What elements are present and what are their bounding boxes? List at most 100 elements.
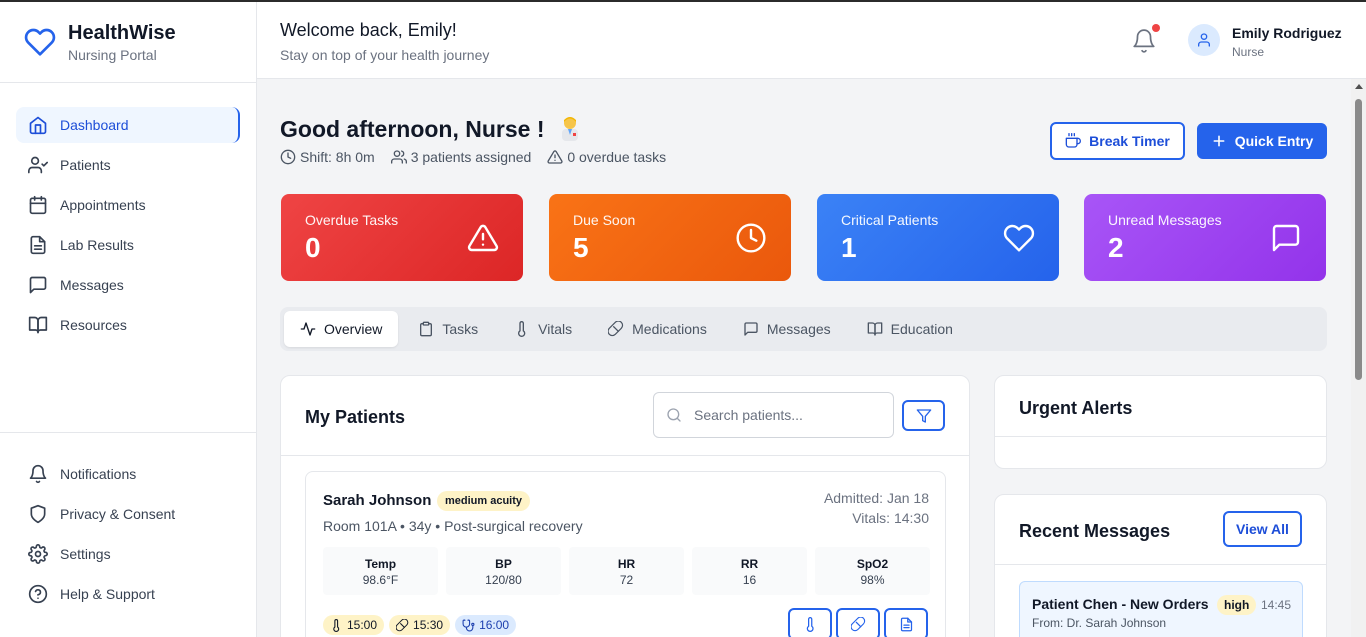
medication-button[interactable] bbox=[836, 608, 880, 637]
scroll-thumb[interactable] bbox=[1355, 99, 1362, 380]
sidebar-item-label: Resources bbox=[60, 317, 127, 333]
chip-time: 16:00 bbox=[479, 618, 510, 632]
tab-overview[interactable]: Overview bbox=[284, 311, 399, 347]
vital-rr: RR 16 bbox=[692, 547, 807, 595]
notes-button[interactable] bbox=[884, 608, 928, 637]
message-sender: From: Dr. Sarah Johnson bbox=[1032, 616, 1167, 630]
my-patients-card: My Patients Sarah Johnson medium acuity … bbox=[280, 375, 970, 637]
sidebar-item-notifications[interactable]: Notifications bbox=[16, 456, 240, 492]
sidebar-bottom-nav: Notifications Privacy & Consent Settings… bbox=[0, 432, 256, 616]
message-item[interactable]: Patient Chen - New Orders high 14:45 Fro… bbox=[1019, 581, 1303, 637]
sidebar-item-label: Messages bbox=[60, 277, 124, 293]
recent-messages-card: Recent Messages View All Patient Chen - … bbox=[994, 494, 1327, 637]
divider bbox=[995, 436, 1326, 437]
sidebar-item-privacy[interactable]: Privacy & Consent bbox=[16, 496, 240, 532]
sidebar-item-settings[interactable]: Settings bbox=[16, 536, 240, 572]
sidebar-item-appointments[interactable]: Appointments bbox=[16, 187, 240, 223]
brand-subtitle: Nursing Portal bbox=[68, 46, 157, 63]
sidebar-item-dashboard[interactable]: Dashboard bbox=[16, 107, 240, 143]
shield-icon bbox=[30, 504, 46, 524]
search-icon bbox=[667, 408, 681, 422]
vital-temp: Temp 98.6°F bbox=[323, 547, 438, 595]
user-icon bbox=[1198, 33, 1210, 47]
vital-value: 98% bbox=[860, 573, 885, 587]
sidebar-item-label: Notifications bbox=[60, 466, 137, 482]
sidebar-item-label: Patients bbox=[60, 157, 111, 173]
shift-text: Shift: 8h 0m bbox=[300, 149, 375, 165]
thermometer-icon bbox=[333, 618, 340, 632]
sidebar-item-label: Help & Support bbox=[60, 586, 155, 602]
urgent-alerts-card: Urgent Alerts bbox=[994, 375, 1327, 469]
tab-messages[interactable]: Messages bbox=[727, 311, 847, 347]
avatar[interactable] bbox=[1188, 24, 1220, 56]
pill-icon bbox=[608, 321, 624, 337]
tab-education[interactable]: Education bbox=[851, 311, 969, 347]
sidebar-nav: Dashboard Patients Appointments Lab Resu… bbox=[0, 83, 256, 343]
stat-unread-messages[interactable]: Unread Messages 2 bbox=[1084, 194, 1326, 281]
notification-bell-icon[interactable] bbox=[1131, 28, 1157, 54]
chip-time: 15:00 bbox=[347, 618, 378, 632]
tab-vitals[interactable]: Vitals bbox=[498, 311, 588, 347]
activity-icon bbox=[300, 322, 316, 336]
sidebar-item-messages[interactable]: Messages bbox=[16, 267, 240, 303]
patients-assigned-info: 3 patients assigned bbox=[390, 149, 531, 165]
vital-label: Temp bbox=[364, 557, 397, 571]
stat-due-soon[interactable]: Due Soon 5 bbox=[549, 194, 791, 281]
health-worker-emoji-icon bbox=[561, 117, 578, 141]
filter-button[interactable] bbox=[902, 400, 945, 431]
tab-medications[interactable]: Medications bbox=[592, 311, 723, 347]
tab-tasks[interactable]: Tasks bbox=[402, 311, 494, 347]
brand: HealthWise Nursing Portal bbox=[0, 2, 256, 83]
quick-entry-button[interactable]: Quick Entry bbox=[1197, 123, 1327, 159]
overdue-info: 0 overdue tasks bbox=[547, 149, 666, 165]
tab-label: Overview bbox=[324, 321, 383, 337]
welcome-subtitle: Stay on top of your health journey bbox=[280, 47, 490, 63]
vital-spo2: SpO2 98% bbox=[815, 547, 930, 595]
message-square-icon bbox=[1272, 224, 1300, 252]
scroll-up-arrow-icon[interactable] bbox=[1355, 84, 1363, 89]
vital-value: 120/80 bbox=[485, 573, 522, 587]
vital-hr: HR 72 bbox=[569, 547, 684, 595]
priority-badge: high bbox=[1217, 595, 1257, 615]
tab-label: Tasks bbox=[442, 321, 479, 337]
shift-meta: Shift: 8h 0m 3 patients assigned 0 overd… bbox=[280, 149, 682, 165]
sidebar-item-patients[interactable]: Patients bbox=[16, 147, 240, 183]
search-field[interactable] bbox=[694, 407, 874, 423]
view-all-button[interactable]: View All bbox=[1223, 511, 1302, 547]
stat-critical-patients[interactable]: Critical Patients 1 bbox=[817, 194, 1059, 281]
sidebar-item-label: Lab Results bbox=[60, 237, 134, 253]
divider bbox=[281, 455, 969, 456]
patient-actions bbox=[788, 608, 932, 637]
clock-icon bbox=[736, 223, 766, 253]
welcome-title: Welcome back, Emily! bbox=[280, 20, 457, 40]
sidebar-item-lab-results[interactable]: Lab Results bbox=[16, 227, 240, 263]
acuity-badge: medium acuity bbox=[437, 491, 531, 511]
page-scrollbar[interactable] bbox=[1351, 79, 1366, 637]
plus-icon bbox=[1213, 135, 1225, 147]
tab-label: Vitals bbox=[538, 321, 573, 337]
sidebar-item-label: Settings bbox=[60, 546, 111, 562]
vitals-grid: Temp 98.6°F BP 120/80 HR 72 RR 16 SpO2 98% bbox=[323, 547, 930, 595]
user-role: Nurse bbox=[1232, 45, 1265, 59]
message-time: 14:45 bbox=[1261, 598, 1292, 612]
sidebar-item-help[interactable]: Help & Support bbox=[16, 576, 240, 612]
message-title: Patient Chen - New Orders bbox=[1032, 596, 1209, 612]
notification-dot bbox=[1152, 24, 1160, 32]
search-input[interactable] bbox=[653, 392, 894, 438]
overdue-text: 0 overdue tasks bbox=[567, 149, 667, 165]
alert-triangle-icon bbox=[467, 224, 499, 252]
break-timer-button[interactable]: Break Timer bbox=[1050, 122, 1185, 160]
divider bbox=[995, 564, 1326, 565]
message-square-icon bbox=[29, 276, 47, 294]
record-vitals-button[interactable] bbox=[788, 608, 832, 637]
gear-icon bbox=[28, 544, 48, 564]
sidebar-item-resources[interactable]: Resources bbox=[16, 307, 240, 343]
bell-icon bbox=[29, 464, 47, 484]
clipboard-icon bbox=[420, 321, 433, 337]
stat-overdue-tasks[interactable]: Overdue Tasks 0 bbox=[281, 194, 523, 281]
admitted-date: Admitted: Jan 18 bbox=[823, 490, 929, 506]
calendar-icon bbox=[29, 195, 47, 215]
vital-value: 72 bbox=[619, 573, 634, 587]
clock-icon bbox=[280, 149, 296, 165]
patient-card[interactable]: Sarah Johnson medium acuity Room 101A • … bbox=[305, 471, 946, 637]
